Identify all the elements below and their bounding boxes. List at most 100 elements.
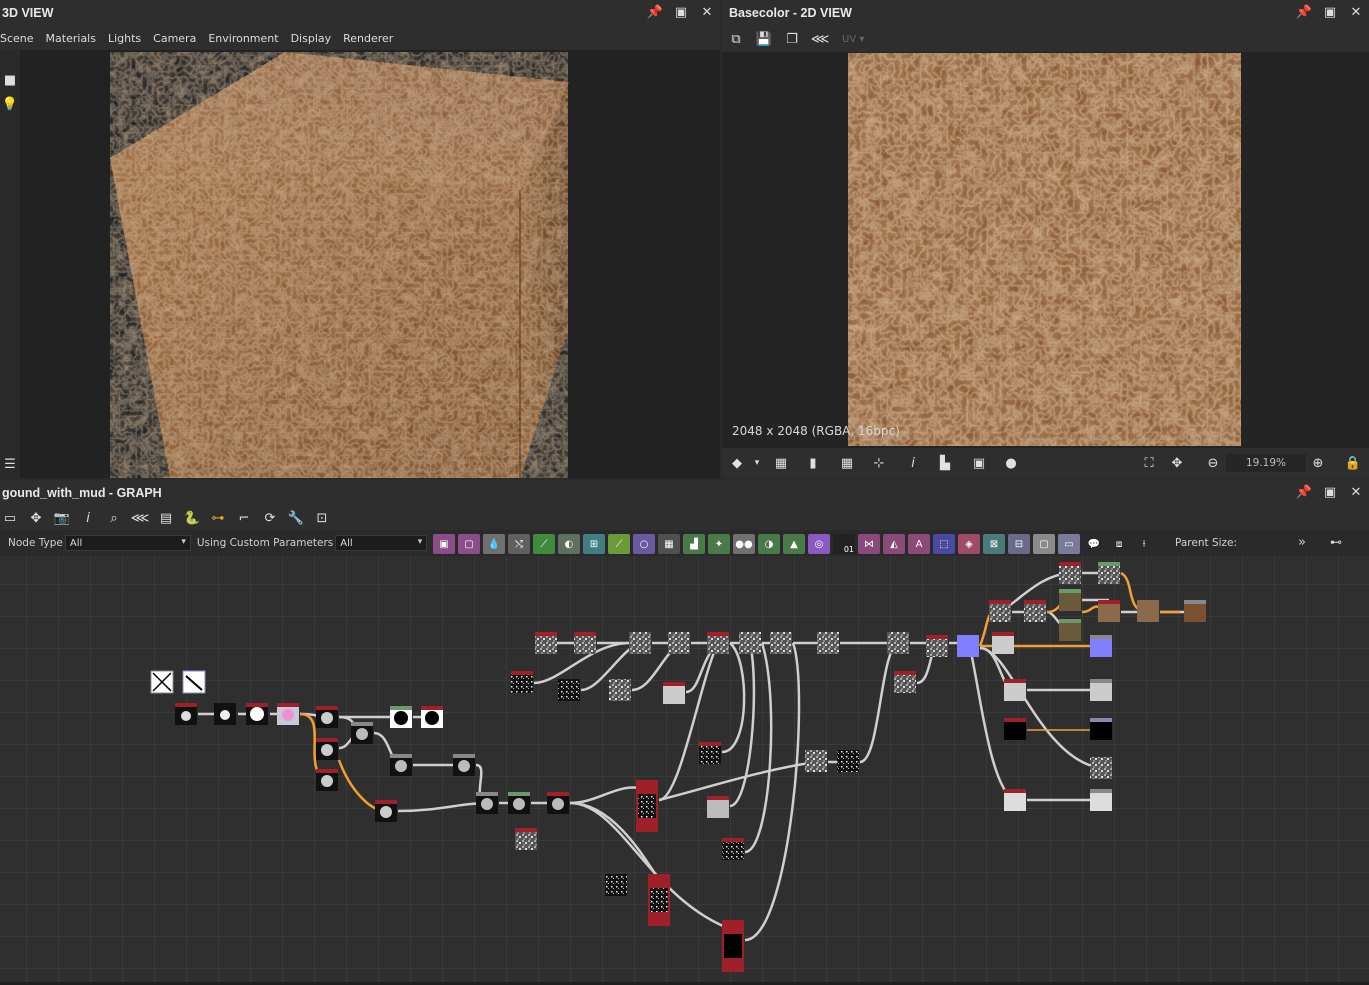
link-nodes-icon[interactable]: ⊷: [1330, 535, 1342, 549]
material-icon[interactable]: ◐: [558, 534, 580, 554]
zoom-out-icon[interactable]: ⊖: [1204, 454, 1222, 472]
text-icon[interactable]: A: [908, 534, 930, 554]
fill-icon[interactable]: ◈: [958, 534, 980, 554]
blend-icon[interactable]: ⊟: [1008, 534, 1030, 554]
layers-icon[interactable]: ☰: [2, 456, 18, 472]
info-icon[interactable]: i: [78, 508, 98, 528]
share-icon[interactable]: ⋘: [810, 29, 830, 49]
menu-display[interactable]: Display: [285, 32, 338, 45]
comment-icon[interactable]: 💬: [1083, 534, 1105, 554]
histogram-icon[interactable]: ▙: [936, 454, 954, 472]
info-icon[interactable]: i: [904, 454, 922, 472]
pin-icon[interactable]: 📌: [1296, 484, 1312, 500]
maximize-icon[interactable]: ▣: [674, 4, 688, 20]
warp-icon[interactable]: ⋈: [858, 534, 880, 554]
maximize-icon[interactable]: ▣: [1323, 4, 1337, 20]
frame-node-icon[interactable]: ▢: [1033, 534, 1055, 554]
dirt-cube-render: [109, 52, 569, 478]
graph-header: gound_with_mud - GRAPH 📌 ▣ ✕: [0, 480, 1369, 506]
checker-icon[interactable]: ▦: [772, 454, 790, 472]
color-wheel-icon[interactable]: ●: [1002, 454, 1020, 472]
pin-tool-icon[interactable]: ⍿: [1133, 534, 1155, 554]
3d-view-menubar: Scene Materials Lights Camera Environmen…: [0, 26, 720, 50]
grid-icon[interactable]: ▦: [838, 454, 856, 472]
light-bulb-icon[interactable]: 💡: [2, 96, 18, 112]
frame-select-icon[interactable]: ⊡: [312, 508, 332, 528]
noise-icon[interactable]: 01: [833, 534, 855, 554]
3d-viewport[interactable]: [20, 50, 720, 478]
close-icon[interactable]: ✕: [700, 4, 714, 20]
2d-view-toolbar: ⧉ 💾 ❐ ⋘ UV ▾: [722, 26, 1369, 52]
3d-view-panel: 3D VIEW 📌 ▣ ✕ Scene Materials Lights Cam…: [0, 0, 720, 478]
2d-canvas[interactable]: 2048 x 2048 (RGBA, 16bpc): [722, 52, 1369, 448]
frame-tool-icon[interactable]: ⧈: [1108, 534, 1130, 554]
fx-icon[interactable]: ✦: [708, 534, 730, 554]
selected-connections: [299, 571, 1180, 813]
layers-icon[interactable]: ◆: [728, 454, 746, 472]
2d-view-panel: Basecolor - 2D VIEW 📌 ▣ ✕ ⧉ 💾 ❐ ⋘ UV ▾ 2…: [722, 0, 1369, 478]
curve-icon[interactable]: ⟋: [533, 534, 555, 554]
wrench-icon[interactable]: 🔧: [286, 508, 306, 528]
tile-icon[interactable]: ▦: [658, 534, 680, 554]
menu-lights[interactable]: Lights: [102, 32, 147, 45]
stack-icon[interactable]: ▤: [156, 508, 176, 528]
pin-icon[interactable]: 📌: [647, 4, 663, 20]
zoom-in-icon[interactable]: ⊕: [1309, 454, 1327, 472]
pan-icon[interactable]: ✥: [1168, 454, 1186, 472]
tiling-icon[interactable]: ⊹: [870, 454, 888, 472]
graph-node-icon[interactable]: ▭: [1058, 534, 1080, 554]
histogram-icon[interactable]: ▲: [783, 534, 805, 554]
drop-icon[interactable]: 💧: [483, 534, 505, 554]
search-icon[interactable]: ⌕: [104, 508, 124, 528]
zoom-input[interactable]: 19.19%: [1226, 454, 1306, 472]
camera-icon[interactable]: ■: [2, 72, 18, 88]
pan-icon[interactable]: ✥: [26, 508, 46, 528]
fit-view-icon[interactable]: ⛶: [1140, 454, 1158, 472]
uv-select[interactable]: UV ▾: [842, 34, 864, 45]
python-icon[interactable]: 🐍: [182, 508, 202, 528]
gradient-icon[interactable]: ▮: [804, 454, 822, 472]
menu-scene[interactable]: Scene: [0, 32, 40, 45]
more-icon[interactable]: »: [1298, 535, 1306, 550]
svg-icon[interactable]: ▢: [458, 534, 480, 554]
node-type-select[interactable]: All: [64, 535, 191, 551]
blur-icon[interactable]: ○: [633, 534, 655, 554]
levels-icon[interactable]: ◑: [758, 534, 780, 554]
pattern-icon[interactable]: ⊠: [983, 534, 1005, 554]
menu-environment[interactable]: Environment: [202, 32, 284, 45]
normal-icon[interactable]: ◎: [808, 534, 830, 554]
custom-params-select[interactable]: All: [335, 535, 428, 551]
pin-icon[interactable]: 📌: [1296, 4, 1312, 20]
noise-tag: 01: [843, 545, 854, 554]
copy-icon[interactable]: ❐: [782, 29, 802, 49]
connector-icon[interactable]: ⌐: [234, 508, 254, 528]
export-icon[interactable]: ⧉: [726, 29, 746, 49]
transform-icon[interactable]: ⊞: [583, 534, 605, 554]
refresh-icon[interactable]: ⟳: [260, 508, 280, 528]
dots-icon[interactable]: ●●: [733, 534, 755, 554]
chevron-down-icon[interactable]: ▾: [748, 454, 766, 472]
mirror-icon[interactable]: ◭: [883, 534, 905, 554]
menu-camera[interactable]: Camera: [147, 32, 202, 45]
frame-icon[interactable]: ▭: [0, 508, 20, 528]
save-icon[interactable]: 💾: [754, 29, 774, 49]
link-icon[interactable]: ⊶: [208, 508, 228, 528]
screenshot-icon[interactable]: 📷: [52, 508, 72, 528]
bitmap-icon[interactable]: ▣: [433, 534, 455, 554]
color-picker-icon[interactable]: ▣: [970, 454, 988, 472]
close-icon[interactable]: ✕: [1349, 484, 1363, 500]
gradient-map-icon[interactable]: ⟋: [608, 534, 630, 554]
output-icon[interactable]: ▟: [683, 534, 705, 554]
shuffle-icon[interactable]: ⤭: [508, 534, 530, 554]
crop-icon[interactable]: ⬚: [933, 534, 955, 554]
2d-view-title: Basecolor - 2D VIEW: [729, 6, 852, 20]
basecolor-texture: [848, 53, 1241, 446]
node-graph-canvas[interactable]: [0, 556, 1369, 985]
maximize-icon[interactable]: ▣: [1323, 484, 1337, 500]
menu-renderer[interactable]: Renderer: [337, 32, 399, 45]
lock-icon[interactable]: 🔒: [1344, 454, 1362, 472]
menu-materials[interactable]: Materials: [40, 32, 102, 45]
share-icon[interactable]: ⋘: [130, 508, 150, 528]
graph-toolbar: ▭ ✥ 📷 i ⌕ ⋘ ▤ 🐍 ⊶ ⌐ ⟳ 🔧 ⊡: [0, 506, 1369, 530]
close-icon[interactable]: ✕: [1349, 4, 1363, 20]
